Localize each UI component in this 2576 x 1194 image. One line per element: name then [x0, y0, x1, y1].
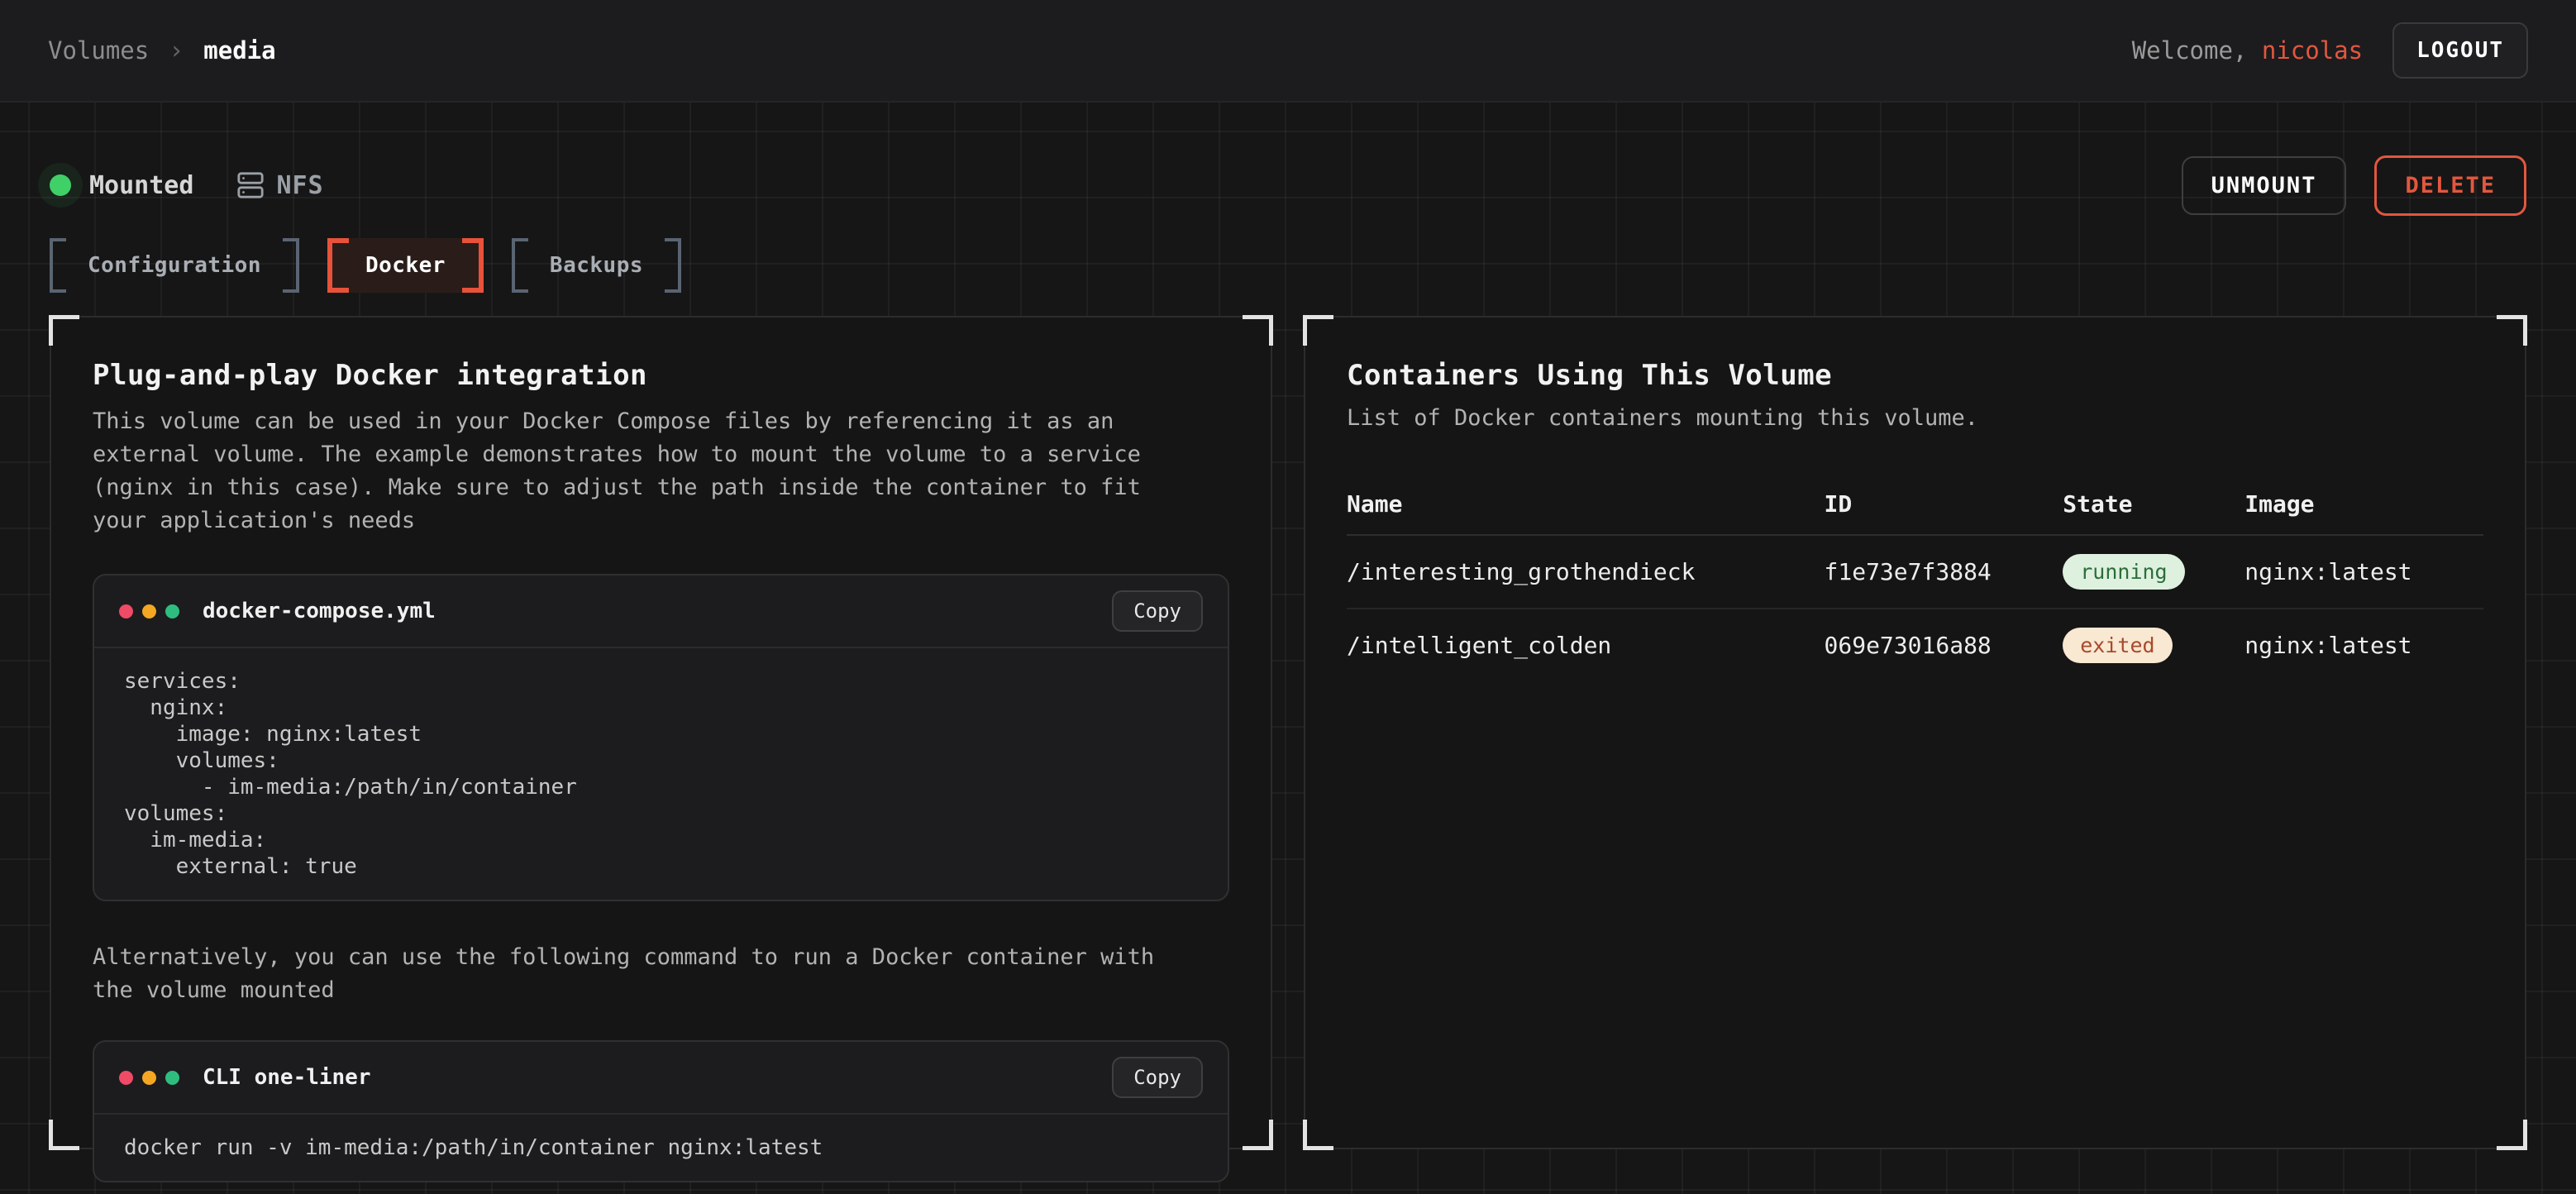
compose-code-block: docker-compose.yml Copy services: nginx:…	[93, 574, 1229, 901]
breadcrumb-current-volume: media	[203, 36, 275, 64]
topbar: Volumes › media Welcome, nicolas LOGOUT	[0, 0, 2576, 103]
breadcrumb-volumes-link[interactable]: Volumes	[48, 36, 149, 64]
tab-bar: Configuration Docker Backups	[50, 238, 2526, 293]
mounted-status-label: Mounted	[89, 171, 193, 200]
col-header-id: ID	[1825, 479, 2063, 535]
containers-panel-title: Containers Using This Volume	[1347, 359, 2483, 392]
volume-status: Mounted NFS	[50, 171, 324, 200]
container-id: 069e73016a88	[1825, 609, 2063, 681]
docker-panel-description: This volume can be used in your Docker C…	[93, 405, 1176, 537]
status-badge: exited	[2063, 628, 2172, 663]
compose-copy-button[interactable]: Copy	[1112, 590, 1203, 632]
corner-brackets	[1305, 318, 2525, 1148]
status-badge: running	[2063, 554, 2184, 590]
server-icon	[236, 171, 265, 199]
col-header-name: Name	[1347, 479, 1825, 535]
volume-driver: NFS	[236, 171, 323, 200]
welcome-text: Welcome, nicolas	[2132, 36, 2363, 64]
cli-code-body: docker run -v im-media:/path/in/containe…	[94, 1115, 1228, 1181]
compose-code-header: docker-compose.yml Copy	[94, 576, 1228, 648]
cli-code-header: CLI one-liner Copy	[94, 1042, 1228, 1115]
tab-backups[interactable]: Backups	[512, 238, 681, 293]
traffic-red-icon	[119, 1071, 133, 1085]
mounted-status-dot-icon	[50, 174, 71, 196]
traffic-lights-icon	[119, 604, 179, 618]
cli-code-block: CLI one-liner Copy docker run -v im-medi…	[93, 1040, 1229, 1182]
docker-integration-panel: Plug-and-play Docker integration This vo…	[50, 316, 1272, 1149]
status-row: Mounted NFS UNMOUNT DELETE	[50, 155, 2526, 215]
traffic-red-icon	[119, 604, 133, 618]
containers-table: Name ID State Image /interesting_grothen…	[1347, 479, 2483, 681]
traffic-green-icon	[165, 604, 179, 618]
username-text: nicolas	[2262, 36, 2363, 64]
driver-label: NFS	[276, 171, 323, 200]
table-row: /intelligent_colden 069e73016a88 exited …	[1347, 609, 2483, 681]
traffic-green-icon	[165, 1071, 179, 1085]
cli-copy-button[interactable]: Copy	[1112, 1057, 1203, 1098]
welcome-label: Welcome,	[2132, 36, 2262, 64]
topbar-right: Welcome, nicolas LOGOUT	[2132, 22, 2528, 79]
containers-panel-subtitle: List of Docker containers mounting this …	[1347, 405, 2483, 431]
col-header-image: Image	[2244, 479, 2483, 535]
container-name: /intelligent_colden	[1347, 609, 1825, 681]
traffic-amber-icon	[142, 604, 156, 618]
docker-panel-title: Plug-and-play Docker integration	[93, 359, 1229, 392]
table-header-row: Name ID State Image	[1347, 479, 2483, 535]
delete-button[interactable]: DELETE	[2374, 155, 2526, 216]
container-id: f1e73e7f3884	[1825, 535, 2063, 609]
cli-code-text: docker run -v im-media:/path/in/containe…	[124, 1134, 1198, 1161]
breadcrumb: Volumes › media	[48, 36, 276, 65]
unmount-button[interactable]: UNMOUNT	[2182, 156, 2347, 215]
page-background: Mounted NFS UNMOUNT DELETE Configuration…	[0, 103, 2576, 1194]
container-name: /interesting_grothendieck	[1347, 535, 1825, 609]
cli-filename: CLI one-liner	[203, 1065, 371, 1090]
traffic-lights-icon	[119, 1071, 179, 1085]
tab-docker[interactable]: Docker	[327, 238, 484, 293]
compose-filename: docker-compose.yml	[203, 599, 436, 623]
compose-code-body: services: nginx: image: nginx:latest vol…	[94, 648, 1228, 900]
cli-intro-text: Alternatively, you can use the following…	[93, 941, 1176, 1007]
compose-code-text: services: nginx: image: nginx:latest vol…	[124, 668, 1198, 880]
col-header-state: State	[2063, 479, 2244, 535]
logout-button[interactable]: LOGOUT	[2392, 22, 2528, 79]
tab-configuration[interactable]: Configuration	[50, 238, 299, 293]
volume-actions: UNMOUNT DELETE	[2182, 155, 2526, 216]
container-image: nginx:latest	[2244, 535, 2483, 609]
table-row: /interesting_grothendieck f1e73e7f3884 r…	[1347, 535, 2483, 609]
breadcrumb-separator-icon: ›	[169, 36, 184, 65]
container-image: nginx:latest	[2244, 609, 2483, 681]
containers-panel: Containers Using This Volume List of Doc…	[1304, 316, 2526, 1149]
panels-row: Plug-and-play Docker integration This vo…	[50, 316, 2526, 1149]
traffic-amber-icon	[142, 1071, 156, 1085]
